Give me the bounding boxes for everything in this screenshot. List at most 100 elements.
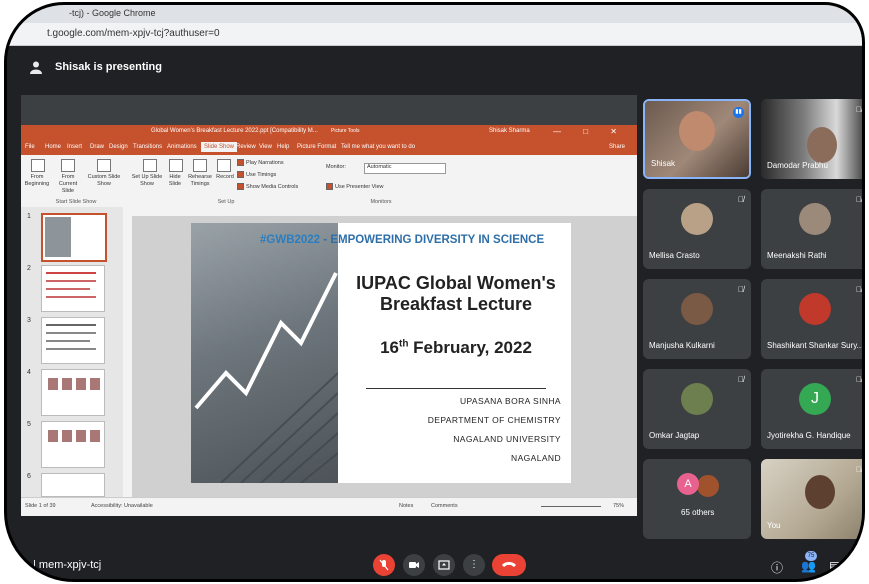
slide-thumbnail-5[interactable] [41, 421, 105, 468]
participant-face [679, 111, 715, 151]
participant-tile-mellisa[interactable]: 🎙̸ Mellisa Crasto [643, 189, 751, 269]
zoom-slider[interactable] [541, 506, 601, 507]
more-options-button[interactable]: ⋮ [463, 554, 485, 576]
participant-tile-manjusha[interactable]: 🎙̸ Manjusha Kulkarni [643, 279, 751, 359]
play-narrations-checkbox[interactable]: Play Narrations [237, 159, 284, 167]
participant-tile-others[interactable]: A 65 others [643, 459, 751, 539]
current-slide[interactable]: #GWB2022 - EMPOWERING DIVERSITY IN SCIEN… [191, 223, 571, 484]
slide-university: NAGALAND UNIVERSITY [453, 434, 561, 444]
slide-thumbnail-6[interactable] [41, 473, 105, 497]
rehearse-icon [193, 159, 207, 172]
participant-face [805, 475, 835, 509]
present-button[interactable] [433, 554, 455, 576]
slide-count: Slide 1 of 39 [25, 503, 56, 509]
date-day: 16 [380, 338, 399, 357]
window-controls[interactable]: — □ ✕ [553, 127, 627, 136]
tab-view[interactable]: View [259, 144, 272, 150]
participant-tile-jyotirekha[interactable]: J 🎙̸ Jyotirekha G. Handique [761, 369, 862, 449]
group-monitors-label: Monitors [370, 199, 392, 205]
rehearse-button[interactable]: Rehearse Timings [186, 174, 214, 188]
tab-insert[interactable]: Insert [67, 144, 82, 150]
presenter-view-label: Use Presenter View [335, 183, 384, 190]
set-up-button[interactable]: Set Up Slide Show [131, 174, 163, 188]
tell-me-search[interactable]: Tell me what you want to do [341, 144, 415, 150]
ppt-doc-title: Global Women's Breakfast Lecture 2022.pp… [151, 128, 318, 134]
participant-tile-shashikant[interactable]: 🎙̸ Shashikant Shankar Sury... [761, 279, 864, 359]
comments-button[interactable]: Comments [431, 503, 458, 509]
hide-slide-icon [169, 159, 183, 172]
show-media-checkbox[interactable]: Show Media Controls [237, 183, 298, 191]
use-timings-checkbox[interactable]: Use Timings [237, 171, 276, 179]
mic-toggle-button[interactable] [373, 554, 395, 576]
monitor-select[interactable]: Automatic [364, 163, 446, 174]
group-setup-label: Set Up [217, 199, 235, 205]
notes-button[interactable]: Notes [399, 503, 413, 509]
end-call-button[interactable] [492, 554, 526, 576]
hang-up-icon [502, 562, 516, 567]
meeting-code-text: mem-xpjv-tcj [38, 559, 102, 571]
participant-tile-shisak[interactable]: ▮▮ Shisak [643, 99, 751, 179]
record-icon [217, 159, 231, 172]
slide-thumbnail-2[interactable] [41, 265, 105, 312]
presenter-avatar-icon [30, 61, 42, 74]
presenter-view-checkbox[interactable]: Use Presenter View [326, 183, 384, 191]
camera-toggle-button[interactable] [403, 554, 425, 576]
url-text[interactable]: t.google.com/mem-xpjv-tcj?authuser=0 [47, 28, 220, 39]
tab-picture-format[interactable]: Picture Format [297, 144, 336, 150]
participant-tile-omkar[interactable]: 🎙̸ Omkar Jagtap [643, 369, 751, 449]
mic-off-icon [379, 559, 389, 571]
custom-show-button[interactable]: Custom Slide Show [85, 174, 123, 188]
from-current-button[interactable]: From Current Slide [53, 174, 83, 195]
accessibility-status[interactable]: Accessibility: Unavailable [91, 503, 153, 509]
participant-tile-you[interactable]: 🎙̸ You [761, 459, 862, 539]
tab-transitions[interactable]: Transitions [133, 144, 162, 150]
participant-name: Meenakshi Rathi [767, 251, 827, 260]
slide-thumbnail-3[interactable] [41, 317, 105, 364]
share-button[interactable]: Share [609, 144, 625, 150]
window-title: -tcj) - Google Chrome [69, 8, 156, 18]
ppt-title-bar: Global Women's Breakfast Lecture 2022.pp… [21, 125, 637, 141]
people-icon[interactable]: 👥 [801, 559, 816, 573]
muted-mic-icon: 🎙̸ [738, 195, 744, 204]
tab-slide-show[interactable]: Slide Show [201, 142, 238, 152]
tab-draw[interactable]: Draw [90, 144, 104, 150]
record-button[interactable]: Record [214, 174, 236, 181]
slide-thumbnail-4[interactable] [41, 369, 105, 416]
present-screen-icon [438, 560, 450, 570]
slide-number: 5 [27, 421, 31, 428]
hashtag-text: #GWB2022 [260, 234, 321, 246]
participant-name: Manjusha Kulkarni [649, 341, 715, 350]
stairs-image[interactable] [191, 223, 339, 484]
tab-animations[interactable]: Animations [167, 144, 197, 150]
hide-slide-button[interactable]: Hide Slide [164, 174, 186, 188]
participant-avatar [799, 293, 831, 325]
slide-department: DEPARTMENT OF CHEMISTRY [427, 415, 561, 425]
tab-review[interactable]: Review [236, 144, 256, 150]
ppt-user-name: Shisak Sharma [489, 128, 530, 134]
tab-home[interactable]: Home [45, 144, 61, 150]
meet-control-bar: | mem-xpjv-tcj ⋮ ⓘ 75 👥 ▤ [7, 547, 862, 579]
address-bar[interactable]: t.google.com/mem-xpjv-tcj?authuser=0 [7, 23, 862, 46]
slide-number: 1 [27, 213, 31, 220]
tab-file[interactable]: File [25, 144, 35, 150]
zoom-level[interactable]: 75% [613, 503, 624, 509]
slide-number: 4 [27, 369, 31, 376]
tagline-text: - EMPOWERING DIVERSITY IN SCIENCE [320, 234, 545, 246]
participant-avatar [681, 203, 713, 235]
tab-help[interactable]: Help [277, 144, 289, 150]
slide-editor: #GWB2022 - EMPOWERING DIVERSITY IN SCIEN… [123, 207, 637, 497]
chat-icon[interactable]: ▤ [829, 559, 840, 573]
from-beginning-button[interactable]: From Beginning [21, 174, 53, 188]
slide-number: 3 [27, 317, 31, 324]
participant-name: Shashikant Shankar Sury... [767, 341, 864, 350]
info-icon[interactable]: ⓘ [771, 559, 783, 576]
horizontal-ruler [123, 207, 637, 216]
slide-thumbnail-1[interactable] [41, 213, 107, 262]
others-avatar [695, 473, 721, 499]
tab-design[interactable]: Design [109, 144, 128, 150]
participant-tile-damodar[interactable]: 🎙̸ Damodar Prabhu [761, 99, 862, 179]
participant-name: Shisak [651, 159, 676, 168]
slide-hashtag: #GWB2022 - EMPOWERING DIVERSITY IN SCIEN… [260, 234, 570, 246]
monitor-label: Monitor: [326, 164, 346, 170]
participant-tile-meenakshi[interactable]: 🎙̸ Meenakshi Rathi [761, 189, 862, 269]
